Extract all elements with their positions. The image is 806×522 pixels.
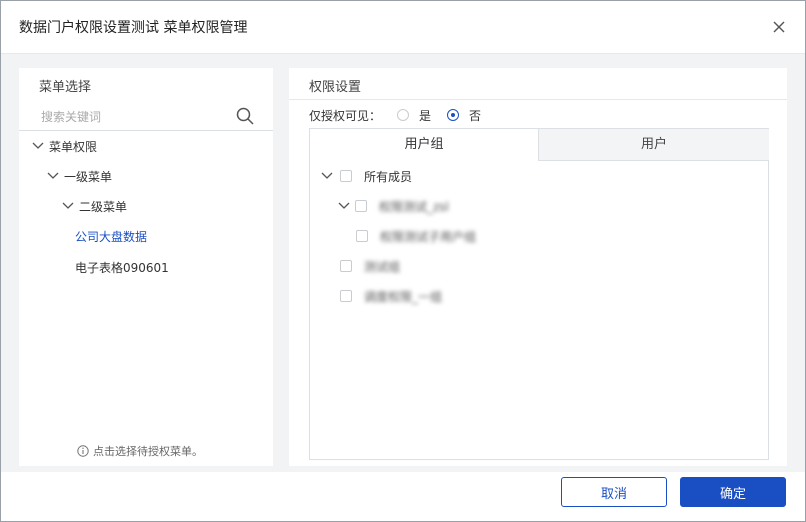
member-label: 所有成员 (364, 169, 413, 184)
confirm-button[interactable]: 确定 (680, 477, 786, 507)
dialog-header: 数据门户权限设置测试 菜单权限管理 (1, 1, 805, 54)
menu-search-input[interactable] (39, 107, 233, 127)
radio-yes[interactable] (397, 109, 410, 121)
member-checkbox[interactable] (340, 170, 352, 182)
radio-no-label[interactable]: 否 (469, 107, 481, 124)
dialog-title: 数据门户权限设置测试 菜单权限管理 (19, 20, 248, 36)
menu-hint-text: 点击选择待授权菜单。 (93, 445, 203, 458)
chevron-down-icon[interactable] (61, 199, 75, 213)
menu-select-panel: 菜单选择 菜单权限 一级菜单 二级菜单 公司大盘数据 (19, 68, 273, 466)
permission-settings-panel: 权限设置 仅授权可见： 是 否 用户组 用户 所有成员 权限测试_zsl 权限测… (289, 68, 787, 466)
cancel-button[interactable]: 取消 (561, 477, 667, 507)
tree-item-label: 菜单权限 (49, 139, 98, 154)
radio-no[interactable] (447, 109, 460, 121)
member-row-group[interactable]: 权限测试_zsl (337, 196, 449, 216)
tree-item-level2-menu[interactable]: 二级菜单 (61, 195, 127, 217)
search-icon[interactable] (235, 106, 255, 126)
tree-item-label: 电子表格090601 (75, 260, 169, 275)
dialog-body: 菜单选择 菜单权限 一级菜单 二级菜单 公司大盘数据 (1, 54, 805, 472)
permission-dialog: 数据门户权限设置测试 菜单权限管理 菜单选择 菜单权限 一级菜单 (0, 0, 806, 522)
tab-user[interactable]: 用户 (538, 129, 769, 161)
member-label: 权限测试_zsl (379, 199, 449, 214)
member-row-test[interactable]: 测试组 (340, 256, 400, 276)
member-checkbox[interactable] (340, 260, 352, 272)
member-row-subgroup[interactable]: 权限测试子用户组 (356, 226, 476, 246)
member-tabs: 用户组 用户 所有成员 权限测试_zsl 权限测试子用户组 测试组 调度权限_一… (309, 128, 769, 460)
tree-item-label: 二级菜单 (79, 199, 128, 214)
member-checkbox[interactable] (356, 230, 368, 242)
radio-yes-label[interactable]: 是 (419, 107, 431, 124)
member-row-schedule[interactable]: 调度权限_一组 (340, 286, 442, 306)
tree-item-label: 一级菜单 (64, 169, 113, 184)
member-row-all[interactable]: 所有成员 (320, 166, 412, 186)
tree-item-company-dashboard[interactable]: 公司大盘数据 (75, 225, 147, 247)
tab-user-group[interactable]: 用户组 (310, 129, 538, 160)
member-label: 权限测试子用户组 (380, 229, 477, 244)
tree-item-level1-menu[interactable]: 一级菜单 (46, 165, 112, 187)
tree-item-label: 公司大盘数据 (75, 229, 148, 244)
dialog-footer: 取消 确定 (1, 472, 805, 521)
menu-search (19, 102, 273, 131)
permission-settings-title: 权限设置 (309, 80, 362, 95)
menu-hint: 点击选择待授权菜单。 (77, 443, 203, 459)
authorized-visible-label: 仅授权可见： (309, 108, 382, 123)
tree-item-menu-permission[interactable]: 菜单权限 (31, 135, 97, 157)
member-checkbox[interactable] (340, 290, 352, 302)
member-label: 调度权限_一组 (364, 289, 443, 304)
member-label: 测试组 (364, 259, 401, 274)
chevron-down-icon[interactable] (31, 139, 45, 153)
menu-select-title: 菜单选择 (39, 80, 92, 95)
chevron-down-icon[interactable] (337, 199, 351, 213)
authorized-visible-row: 仅授权可见： 是 否 (309, 105, 481, 125)
tree-item-spreadsheet[interactable]: 电子表格090601 (75, 256, 169, 278)
chevron-down-icon[interactable] (46, 169, 60, 183)
member-checkbox[interactable] (355, 200, 367, 212)
chevron-down-icon[interactable] (320, 169, 334, 183)
close-icon[interactable] (769, 17, 789, 37)
divider (289, 99, 787, 100)
info-icon (77, 445, 89, 457)
